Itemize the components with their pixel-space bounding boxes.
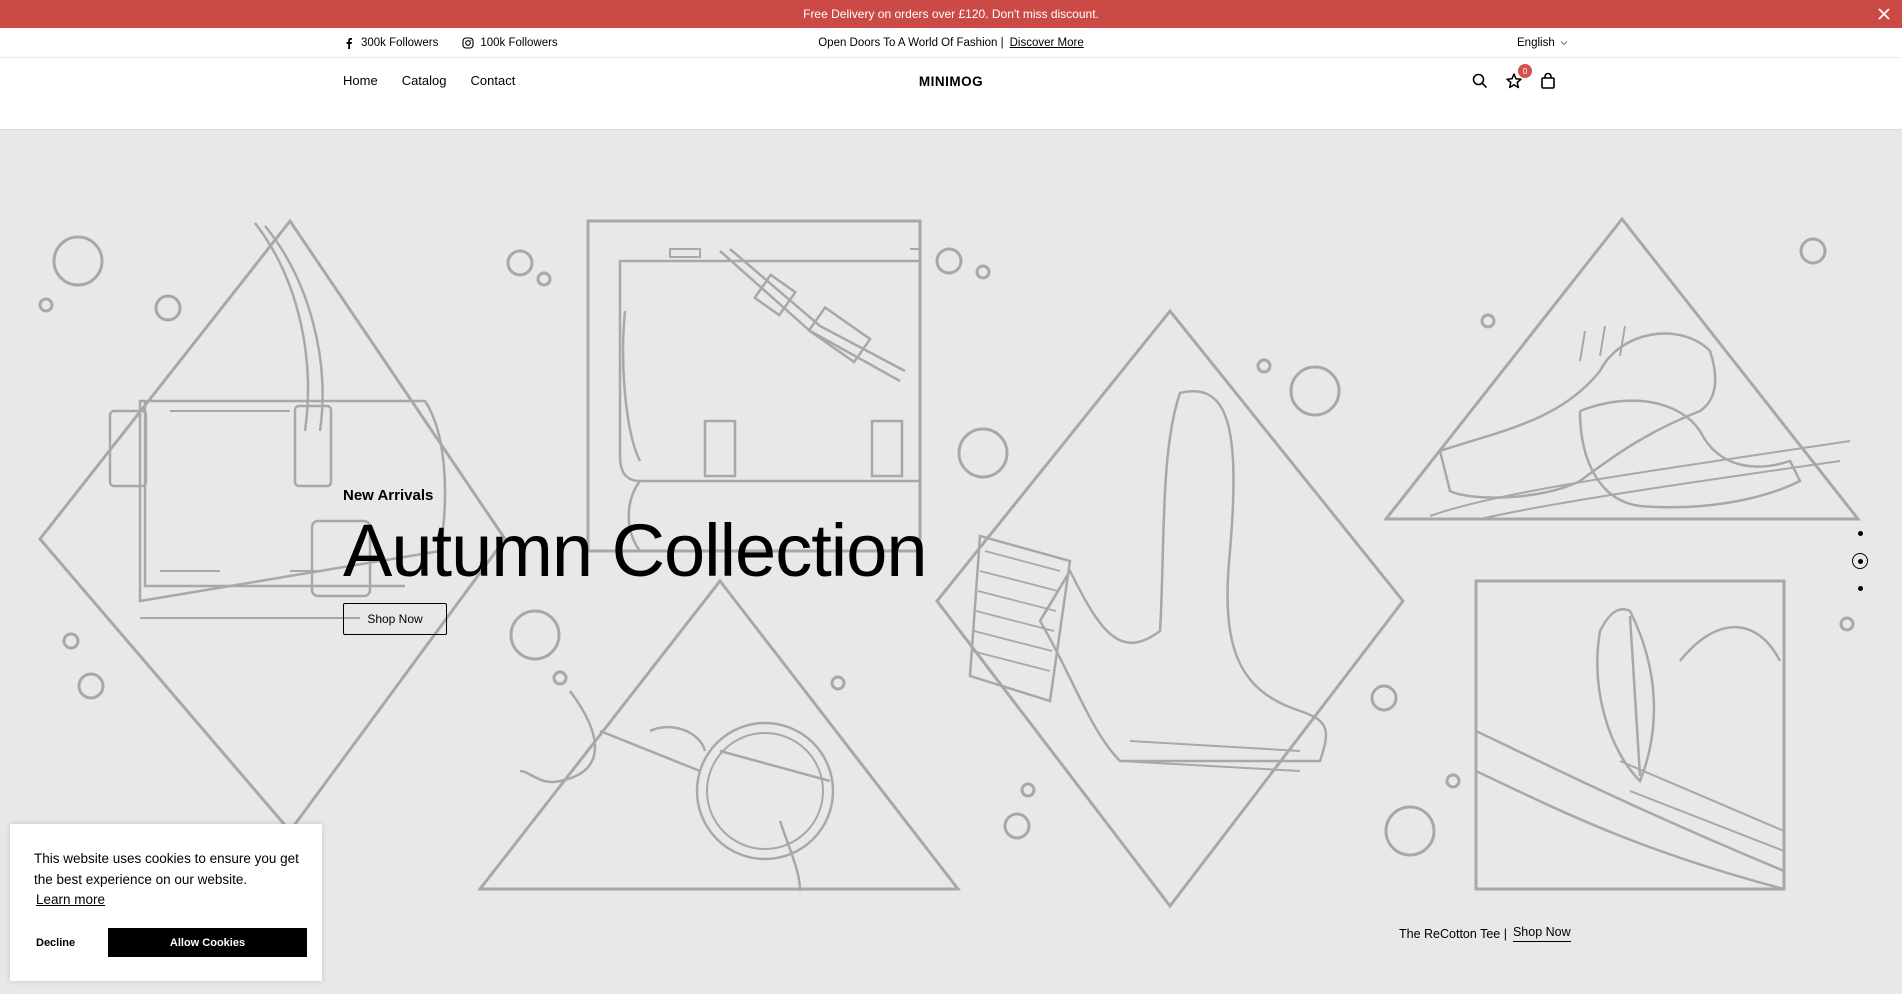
top-promo-text: Open Doors To A World Of Fashion | xyxy=(818,37,1004,49)
facebook-followers: 300k Followers xyxy=(361,37,439,49)
chevron-down-icon xyxy=(1560,41,1568,46)
announcement-bar: Free Delivery on orders over £120. Don't… xyxy=(0,0,1902,28)
slider-dot-active-marker xyxy=(1857,558,1863,564)
announcement-text: Free Delivery on orders over £120. Don't… xyxy=(803,7,1099,21)
cookie-banner: This website uses cookies to ensure you … xyxy=(10,824,322,981)
site-header: Home Catalog Contact MINIMOG 0 xyxy=(0,58,1902,130)
slider-dot-3[interactable] xyxy=(1857,586,1863,591)
slider-dot-2[interactable] xyxy=(1852,553,1868,569)
close-icon[interactable] xyxy=(1874,4,1894,24)
discover-more-link[interactable]: Discover More xyxy=(1010,37,1084,49)
search-icon[interactable] xyxy=(1471,72,1489,90)
facebook-link[interactable]: 300k Followers xyxy=(343,37,438,49)
product-promo: The ReCotton Tee | Shop Now xyxy=(1399,925,1571,942)
slider-dot-1[interactable] xyxy=(1857,531,1863,536)
site-logo[interactable]: MINIMOG xyxy=(0,74,1902,89)
cart-icon[interactable] xyxy=(1539,72,1557,90)
facebook-icon xyxy=(346,38,352,49)
language-selector[interactable]: English xyxy=(1517,28,1568,58)
hero-subtitle: New Arrivals xyxy=(343,487,434,504)
product-shop-now-link[interactable]: Shop Now xyxy=(1512,925,1571,942)
instagram-link[interactable]: 100k Followers xyxy=(462,37,558,49)
header-actions: 0 xyxy=(1471,64,1557,90)
top-promo: Open Doors To A World Of Fashion | Disco… xyxy=(0,28,1902,58)
learn-more-link[interactable]: Learn more xyxy=(36,892,105,907)
slider-dots xyxy=(1852,531,1868,591)
top-bar: 300k Followers 100k Followers Open Doors… xyxy=(0,28,1902,58)
social-links: 300k Followers 100k Followers xyxy=(343,28,558,58)
cookie-message: This website uses cookies to ensure you … xyxy=(34,851,299,887)
language-label: English xyxy=(1517,37,1555,49)
cookie-buttons: Decline Allow Cookies xyxy=(34,928,307,957)
wishlist-button[interactable]: 0 xyxy=(1505,64,1532,90)
hero-text-block: New Arrivals Autumn Collection xyxy=(343,487,928,592)
shop-now-button[interactable]: Shop Now xyxy=(343,603,447,635)
hero-title: Autumn Collection xyxy=(343,509,928,592)
instagram-icon xyxy=(462,37,474,49)
wishlist-count: 0 xyxy=(1518,64,1532,78)
decline-button[interactable]: Decline xyxy=(34,928,108,957)
instagram-followers: 100k Followers xyxy=(480,37,558,49)
product-promo-text: The ReCotton Tee | xyxy=(1399,926,1507,941)
allow-cookies-button[interactable]: Allow Cookies xyxy=(108,928,307,957)
